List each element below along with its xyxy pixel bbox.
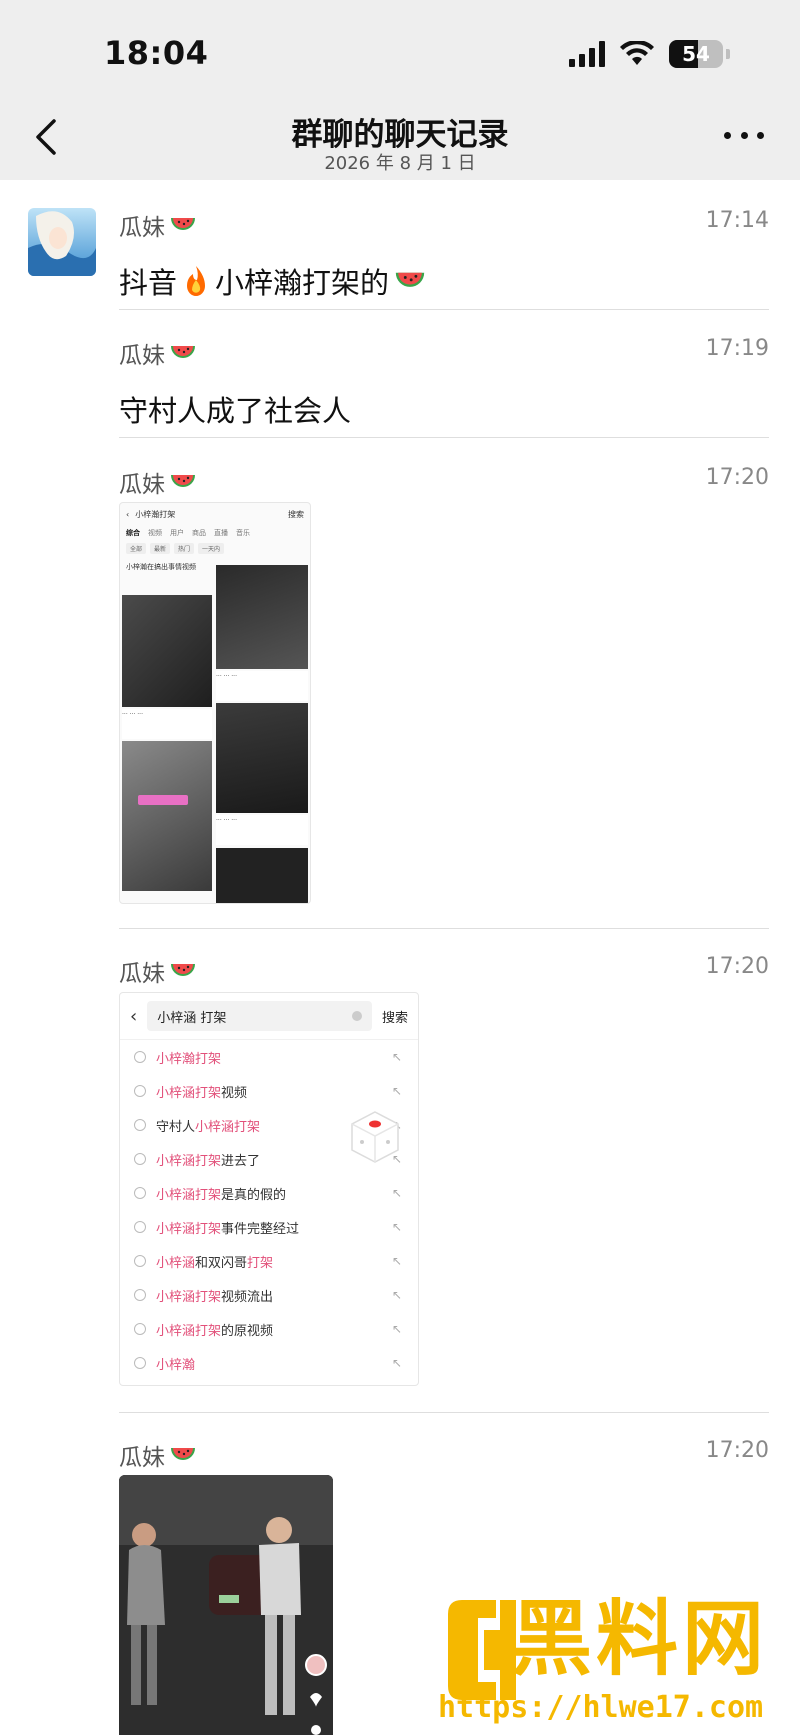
search-icon xyxy=(134,1085,146,1097)
suggestion-list: 小梓瀚打架↖小梓涵打架视频↖守村人小梓涵打架↖小梓涵打架进去了↖小梓涵打架是真的… xyxy=(120,1040,418,1380)
fill-arrow-icon[interactable]: ↖ xyxy=(392,1186,402,1200)
search-button: 搜索 xyxy=(381,1010,408,1026)
suggestion-text: 小梓涵和双闪哥打架 xyxy=(156,1255,274,1271)
watermark: 黑料网 https://hlwe17.com xyxy=(438,1590,778,1730)
sender-name: 瓜妹 xyxy=(119,336,769,370)
suggestion-item[interactable]: 小梓涵和双闪哥打架 ↖ xyxy=(120,1244,418,1278)
message-item[interactable]: 瓜妹 17:14 抖音 小梓瀚打架的 xyxy=(119,208,769,302)
signal-icon xyxy=(569,41,605,67)
search-icon xyxy=(134,1289,146,1301)
search-icon xyxy=(134,1255,146,1267)
divider xyxy=(119,309,769,310)
sender-name: 瓜妹 xyxy=(119,208,769,242)
message-text: 守村人成了社会人 xyxy=(119,394,352,428)
status-bar: 18:04 54 xyxy=(0,0,800,95)
search-query: 小梓涵 打架 xyxy=(147,1001,372,1031)
avatar[interactable] xyxy=(28,208,96,276)
search-icon xyxy=(134,1357,146,1369)
search-icon xyxy=(134,1323,146,1335)
message-text: 抖音 小梓瀚打架的 xyxy=(119,260,769,302)
divider xyxy=(119,437,769,438)
status-time: 18:04 xyxy=(104,34,209,72)
message-time: 17:20 xyxy=(705,954,769,979)
suggestion-text: 守村人小梓涵打架 xyxy=(156,1119,261,1135)
message-time: 17:14 xyxy=(705,208,769,233)
fill-arrow-icon[interactable]: ↖ xyxy=(392,1084,402,1098)
search-icon xyxy=(134,1187,146,1199)
fill-arrow-icon[interactable]: ↖ xyxy=(392,1288,402,1302)
feed-search-bar: ‹ 小梓瀚打架 搜索 xyxy=(126,509,304,519)
divider xyxy=(119,928,769,929)
suggestion-item[interactable]: 小梓涵打架视频流出 ↖ xyxy=(120,1278,418,1312)
chat-date: 2026 年 8 月 1 日 xyxy=(324,153,476,174)
battery-icon: 54 xyxy=(669,40,723,68)
fill-arrow-icon[interactable]: ↖ xyxy=(392,1322,402,1336)
sender-name: 瓜妹 xyxy=(119,954,769,988)
fill-arrow-icon[interactable]: ↖ xyxy=(392,1254,402,1268)
watermelon-icon xyxy=(171,346,195,358)
watermark-url: https://hlwe17.com xyxy=(438,1690,764,1725)
watermelon-icon xyxy=(171,1448,195,1460)
suggestion-text: 小梓瀚打架 xyxy=(156,1051,222,1067)
suggestion-text: 小梓涵打架是真的假的 xyxy=(156,1187,287,1203)
message-time: 17:20 xyxy=(705,1438,769,1463)
message-time: 17:20 xyxy=(705,465,769,490)
suggestion-text: 小梓涵打架的原视频 xyxy=(156,1323,274,1339)
suggestion-text: 小梓涵打架视频 xyxy=(156,1085,248,1101)
search-icon xyxy=(134,1119,146,1131)
wifi-icon xyxy=(620,41,654,65)
search-icon xyxy=(134,1051,146,1063)
suggestion-item[interactable]: 小梓涵打架的原视频 ↖ xyxy=(120,1312,418,1346)
sender-name: 瓜妹 xyxy=(119,465,769,499)
dice-icon xyxy=(351,1111,399,1163)
search-row: ‹ 小梓涵 打架 搜索 xyxy=(120,993,418,1040)
suggestion-item[interactable]: 小梓瀚 ↖ xyxy=(120,1346,418,1380)
feed-screenshot-image[interactable]: ‹ 小梓瀚打架 搜索 综合 视频 用户 商品 直播 音乐 全部 最新 热门 一天内 小… xyxy=(119,502,311,904)
feed-tabs: 综合 视频 用户 商品 直播 音乐 xyxy=(126,529,250,537)
suggestion-text: 小梓涵打架事件完整经过 xyxy=(156,1221,300,1237)
watermelon-icon xyxy=(171,964,195,976)
suggestion-item[interactable]: 小梓涵打架事件完整经过 ↖ xyxy=(120,1210,418,1244)
video-screenshot-image[interactable] xyxy=(119,1475,333,1735)
suggestion-text: 小梓涵打架进去了 xyxy=(156,1153,261,1169)
fill-arrow-icon[interactable]: ↖ xyxy=(392,1050,402,1064)
watermelon-icon xyxy=(171,475,195,487)
message-item[interactable]: 瓜妹 17:20 xyxy=(119,465,769,499)
fill-arrow-icon[interactable]: ↖ xyxy=(392,1220,402,1234)
more-dots-icon[interactable] xyxy=(724,125,764,145)
fire-icon xyxy=(187,266,206,296)
fill-arrow-icon[interactable]: ↖ xyxy=(392,1356,402,1370)
search-icon xyxy=(134,1153,146,1165)
suggestion-text: 小梓瀚 xyxy=(156,1357,196,1373)
watermelon-icon xyxy=(395,272,425,287)
message-item[interactable]: 瓜妹 17:20 xyxy=(119,1438,769,1472)
search-screenshot-image[interactable]: ‹ 小梓涵 打架 搜索 小梓瀚打架↖小梓涵打架视频↖守村人小梓涵打架↖小梓涵打架… xyxy=(119,992,419,1386)
watermelon-icon xyxy=(171,218,195,230)
nav-bar: 群聊的聊天记录 2026 年 8 月 1 日 xyxy=(0,95,800,180)
message-item[interactable]: 瓜妹 17:20 xyxy=(119,954,769,988)
page-title: 群聊的聊天记录 xyxy=(291,117,509,153)
suggestion-item[interactable]: 小梓涵打架是真的假的 ↖ xyxy=(120,1176,418,1210)
watermark-brand: 黑料网 xyxy=(510,1592,769,1687)
suggestion-text: 小梓涵打架视频流出 xyxy=(156,1289,274,1305)
suggestion-item[interactable]: 小梓涵打架视频 ↖ xyxy=(120,1074,418,1108)
search-icon xyxy=(134,1221,146,1233)
message-item[interactable]: 瓜妹 17:19 守村人成了社会人 xyxy=(119,336,769,430)
status-icons: 54 xyxy=(569,40,730,68)
suggestion-item[interactable]: 小梓瀚打架 ↖ xyxy=(120,1040,418,1074)
sender-name: 瓜妹 xyxy=(119,1438,769,1472)
message-time: 17:19 xyxy=(705,336,769,361)
battery-percent: 54 xyxy=(682,42,710,66)
divider xyxy=(119,1412,769,1413)
